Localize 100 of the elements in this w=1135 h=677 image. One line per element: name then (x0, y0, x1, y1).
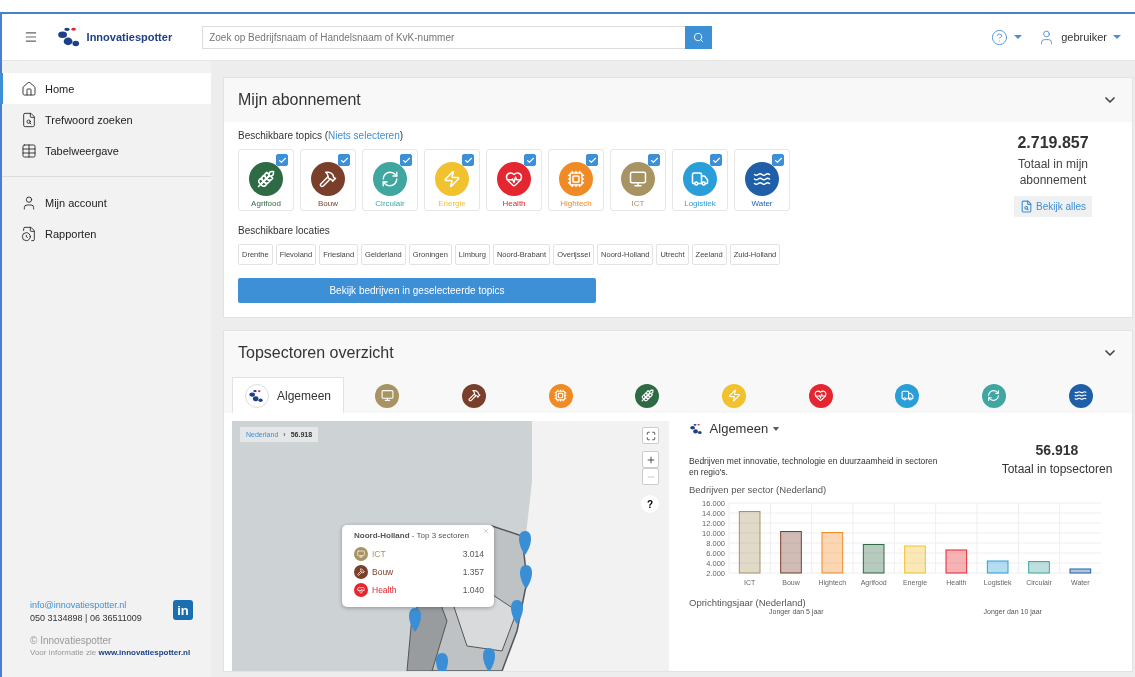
zoom-in-button[interactable] (642, 451, 659, 468)
hammer-icon (467, 389, 481, 402)
heart-icon (505, 170, 523, 188)
topic-label: Bouw (318, 199, 338, 208)
total-label: Totaal in mijn abonnement (1017, 157, 1089, 189)
website-link[interactable]: www.innovatiespotter.nl (98, 648, 191, 657)
checkbox[interactable] (772, 154, 784, 166)
total-count: 2.719.857 (1017, 134, 1089, 152)
monitor-icon (380, 389, 394, 402)
topic-label: Water (751, 199, 773, 208)
caret-icon[interactable] (1113, 35, 1121, 39)
sidebar-item[interactable]: Rapporten (0, 218, 211, 249)
wheat-icon (640, 389, 654, 402)
chart-title: Bedrijven per sector (Nederland) (689, 484, 828, 496)
checkbox[interactable] (462, 154, 474, 166)
report-clock-icon (21, 225, 37, 242)
search-button[interactable] (685, 25, 713, 49)
chip-icon (567, 170, 585, 188)
checkbox[interactable] (276, 154, 288, 166)
topic-card[interactable]: Bouw (300, 149, 356, 211)
home-icon (21, 80, 37, 97)
sidebar-item[interactable]: Trefwoord zoeken (0, 104, 211, 135)
check-icon (401, 155, 411, 165)
map-pin[interactable] (511, 600, 523, 624)
bar (1069, 568, 1092, 574)
wheat-icon (257, 170, 275, 188)
topic-card[interactable]: Agrifood (238, 149, 294, 211)
topic-label: Hightech (560, 199, 592, 208)
monitor-icon (629, 170, 647, 188)
map-pin[interactable] (436, 653, 448, 671)
map-pin[interactable] (409, 608, 421, 632)
topic-label: Circulair (375, 199, 405, 208)
card-title: Mijn abonnement (238, 91, 361, 109)
sidebar-item[interactable]: Mijn account (0, 187, 211, 218)
sidebar-item[interactable]: Home (0, 73, 211, 104)
check-icon (587, 155, 597, 165)
locations-label: Beschikbare locaties (238, 225, 331, 236)
map-pin[interactable] (519, 531, 531, 555)
logo-text: Innovatiespotter (86, 31, 173, 43)
total-label: Totaal in topsectoren (1000, 462, 1114, 478)
map-pin[interactable] (483, 648, 495, 671)
logo-icon (689, 422, 705, 435)
bar (738, 511, 761, 574)
check-icon (711, 155, 721, 165)
deselect-link[interactable]: Niets selecteren (328, 130, 400, 141)
topic-label: ICT (631, 199, 645, 208)
card-title: Topsectoren overzicht (238, 344, 394, 362)
sector-count: 1.357 (462, 567, 484, 577)
map-pin[interactable] (520, 565, 532, 589)
document-search-icon (21, 111, 37, 128)
bar (986, 560, 1009, 574)
hammer-icon (319, 170, 337, 188)
topic-label: Health (502, 199, 526, 208)
sector-name: Bouw (372, 567, 395, 577)
waves-icon (753, 170, 771, 188)
copyright-text: © Innovatiespotter (30, 635, 113, 646)
menu-glyph-icon (24, 30, 38, 44)
cycle-arrows-icon (987, 389, 1001, 402)
search-icon (693, 31, 705, 43)
lightning-icon (443, 170, 461, 188)
caret-icon[interactable] (1014, 35, 1023, 39)
checkbox[interactable] (710, 154, 722, 166)
table-icon (21, 142, 37, 159)
bar (862, 544, 885, 574)
plus-icon (645, 454, 656, 465)
check-icon (339, 155, 349, 165)
menu-icon[interactable] (24, 30, 38, 44)
help-icon[interactable] (991, 28, 1009, 46)
checkbox[interactable] (648, 154, 660, 166)
bar (945, 549, 968, 574)
checkbox[interactable] (524, 154, 536, 166)
bar (780, 531, 802, 574)
total-count: 56.918 (1034, 442, 1080, 458)
question-circle-icon (991, 28, 1009, 46)
sector-count: 1.040 (462, 585, 484, 595)
popup-title: Noord-Holland - Top 3 sectoren (354, 531, 470, 540)
checkbox[interactable] (400, 154, 412, 166)
chart-title: Oprichtingsjaar (Nederland) (689, 597, 807, 609)
chip-icon (554, 389, 568, 402)
checkbox[interactable] (338, 154, 350, 166)
sector-dropdown[interactable]: Algemeen (689, 421, 780, 436)
topic-card[interactable]: Health (486, 149, 542, 211)
topic-card[interactable]: Water (734, 149, 790, 211)
topics-label: Beschikbare topics (Niets selecteren) (238, 130, 405, 141)
linkedin-icon[interactable]: in (173, 600, 193, 620)
check-icon (773, 155, 783, 165)
info-text: Voor informatie zie www.innovatiespotter.nl (30, 648, 192, 657)
checkbox[interactable] (586, 154, 598, 166)
sector-name: Health (372, 585, 398, 595)
cycle-arrows-icon (381, 170, 399, 188)
search-field[interactable]: Zoek op Bedrijfsnaam of Handelsnaam of KvK-nummer (202, 25, 686, 49)
description-text: Bedrijven met innovatie, technologie en duurzaamheid in sectoren en regio's. (689, 456, 939, 479)
check-icon (525, 155, 535, 165)
check-icon (463, 155, 473, 165)
phone-numbers: 050 3134898 | 06 36511009 (30, 613, 142, 623)
sector-tab[interactable]: Algemeen (232, 377, 345, 413)
fullscreen-button[interactable] (642, 427, 659, 444)
sidebar-item[interactable]: Tabelweergave (0, 135, 211, 166)
check-icon (277, 155, 287, 165)
user-name[interactable]: gebruiker (1061, 31, 1107, 43)
